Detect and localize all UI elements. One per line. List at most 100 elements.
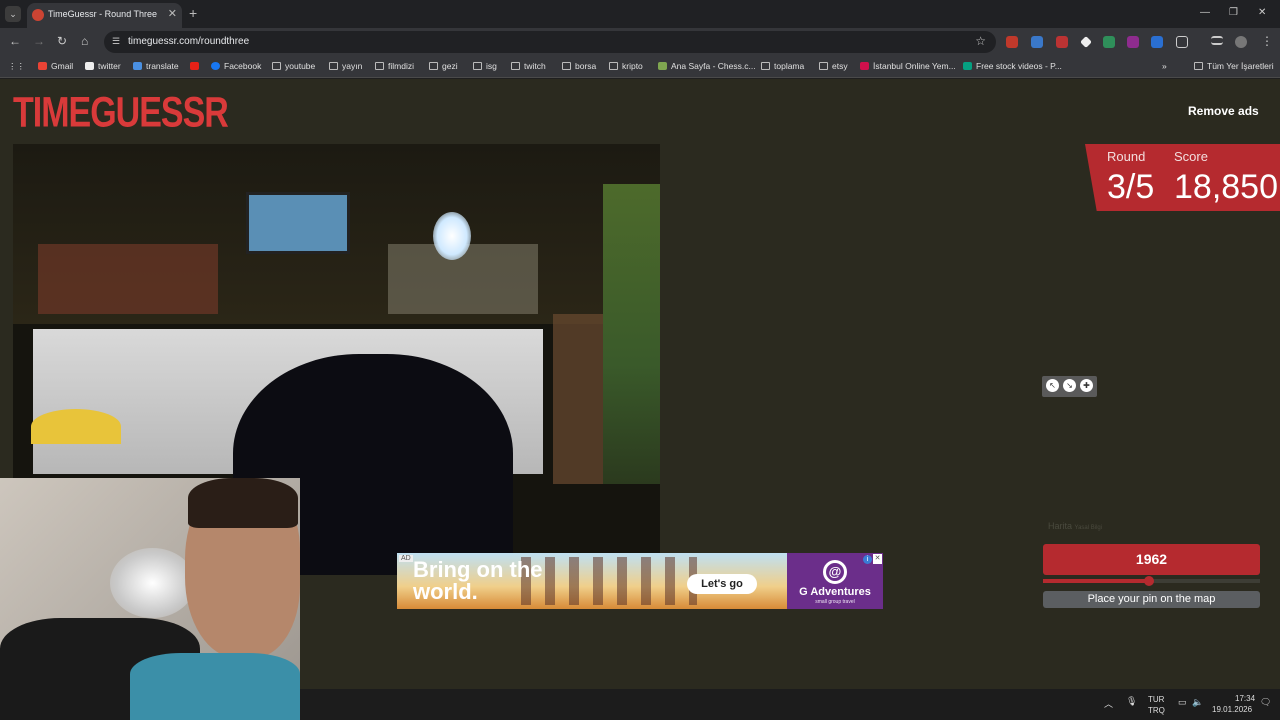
browser-toolbar: ← → ↻ ⌂ ☰ timeguessr.com/roundthree ☆ ⋮ bbox=[0, 28, 1280, 56]
bookmark-gmail[interactable]: Gmail bbox=[38, 61, 73, 71]
timeguessr-logo[interactable]: TIMEGUESSR bbox=[13, 89, 229, 138]
photo-tv-screen bbox=[246, 192, 350, 254]
folder-icon bbox=[761, 62, 770, 70]
map-attribution[interactable]: Harita Yasal Bilgi bbox=[1048, 521, 1102, 531]
bookmark-translate[interactable]: translate bbox=[133, 61, 179, 71]
reload-icon[interactable]: ↻ bbox=[57, 34, 67, 48]
youtube-icon bbox=[190, 62, 199, 70]
extension-game-icon[interactable] bbox=[1127, 36, 1139, 48]
bookmarks-bar: ⋮⋮ Gmail twitter translate Facebook yout… bbox=[0, 56, 1280, 78]
page-bottom-band bbox=[300, 618, 1280, 689]
facebook-icon bbox=[211, 62, 220, 70]
clock-date[interactable]: 19.01.2026 bbox=[1212, 705, 1252, 714]
x-icon bbox=[85, 62, 94, 70]
new-tab-button[interactable]: + bbox=[189, 5, 197, 21]
clock-time[interactable]: 17:34 bbox=[1235, 694, 1255, 703]
bookmark-folder-yayin[interactable]: yayın bbox=[329, 61, 362, 71]
photo-poster-right bbox=[603, 184, 660, 484]
year-slider-handle[interactable] bbox=[1144, 576, 1155, 586]
address-bar[interactable]: ☰ timeguessr.com/roundthree ☆ bbox=[104, 31, 996, 53]
extension-audio-icon[interactable] bbox=[1151, 36, 1163, 48]
bookmark-facebook[interactable]: Facebook bbox=[211, 61, 261, 71]
pexels-icon bbox=[963, 62, 972, 70]
ad-brand-name: G Adventures bbox=[799, 586, 871, 598]
folder-icon bbox=[473, 62, 482, 70]
restore-button[interactable]: ❐ bbox=[1229, 7, 1238, 18]
webcam-hair bbox=[188, 478, 298, 528]
profile-avatar[interactable] bbox=[1235, 36, 1247, 48]
media-control-icon[interactable] bbox=[1211, 36, 1223, 45]
bookmark-twitter[interactable]: twitter bbox=[85, 61, 121, 71]
volume-icon[interactable]: 🔈 bbox=[1192, 697, 1203, 708]
extension-glasses-icon[interactable] bbox=[1103, 36, 1115, 48]
site-info-icon[interactable]: ☰ bbox=[112, 36, 120, 47]
forward-icon[interactable]: → bbox=[33, 34, 45, 48]
folder-icon bbox=[272, 62, 281, 70]
photo-umbrella bbox=[31, 409, 121, 444]
map-pin-toggle-icon[interactable]: ✚ bbox=[1080, 379, 1093, 392]
bookmark-folder-twitch[interactable]: twitch bbox=[511, 61, 546, 71]
photo-poster-left bbox=[553, 314, 603, 484]
ad-banner[interactable]: AD Bring on the world. Let's go @ G Adve… bbox=[397, 553, 883, 609]
webcam-shirt bbox=[130, 653, 300, 720]
year-slider[interactable] bbox=[1043, 576, 1260, 586]
notifications-icon[interactable]: 🗨 bbox=[1260, 697, 1271, 708]
language-indicator[interactable]: TUR bbox=[1148, 695, 1164, 704]
tab-search-button[interactable]: ⌄ bbox=[5, 6, 21, 22]
windows-taskbar: ︿ 🎙 TUR TRQ ▭ 🔈 17:34 19.01.2026 🗨 bbox=[300, 689, 1280, 720]
minimize-button[interactable]: — bbox=[1200, 7, 1210, 18]
extension-diamond-icon[interactable] bbox=[1080, 36, 1092, 48]
bookmarks-overflow-icon[interactable]: » bbox=[1162, 61, 1167, 71]
timeguessr-favicon-icon bbox=[32, 9, 44, 21]
folder-icon bbox=[429, 62, 438, 70]
ad-label: AD bbox=[399, 555, 413, 562]
bookmark-youtube-video[interactable] bbox=[190, 61, 203, 71]
chess-pawn-icon bbox=[658, 62, 667, 70]
close-tab-icon[interactable]: ✕ bbox=[168, 7, 177, 20]
url-text[interactable]: timeguessr.com/roundthree bbox=[128, 36, 249, 47]
place-pin-button[interactable]: Place your pin on the map bbox=[1043, 591, 1260, 608]
tray-overflow-icon[interactable]: ︿ bbox=[1104, 697, 1113, 710]
extension-mail-icon[interactable] bbox=[1056, 36, 1068, 48]
extension-adblock-icon[interactable] bbox=[1006, 36, 1018, 48]
bookmark-folder-etsy[interactable]: etsy bbox=[819, 61, 848, 71]
bookmark-folder-kripto[interactable]: kripto bbox=[609, 61, 643, 71]
round-score-panel: Round 3/5 Score 18,850 bbox=[1085, 144, 1280, 211]
map-shrink-icon[interactable]: ↘ bbox=[1063, 379, 1076, 392]
bookmark-folder-gezi[interactable]: gezi bbox=[429, 61, 458, 71]
ad-cta-button[interactable]: Let's go bbox=[687, 574, 757, 594]
map-expand-icon[interactable]: ↖ bbox=[1046, 379, 1059, 392]
bookmark-folder-isg[interactable]: isg bbox=[473, 61, 497, 71]
bookmark-stock-videos[interactable]: Free stock videos - P... bbox=[963, 61, 1062, 71]
home-icon[interactable]: ⌂ bbox=[81, 34, 88, 48]
g-adventures-logo-icon: @ bbox=[823, 560, 847, 584]
bookmark-chess[interactable]: Ana Sayfa - Chess.c... bbox=[658, 61, 756, 71]
browser-menu-icon[interactable]: ⋮ bbox=[1261, 34, 1273, 48]
back-icon[interactable]: ← bbox=[9, 34, 21, 48]
network-icon[interactable]: ▭ bbox=[1178, 697, 1187, 708]
ad-info-icon[interactable]: i bbox=[863, 555, 872, 564]
ad-close-icon[interactable]: ✕ bbox=[873, 554, 882, 564]
bookmark-yemeksepeti[interactable]: İstanbul Online Yem... bbox=[860, 61, 956, 71]
apps-grid-icon[interactable]: ⋮⋮ bbox=[8, 61, 25, 72]
bookmark-folder-toplama[interactable]: toplama bbox=[761, 61, 804, 71]
all-bookmarks-folder[interactable]: Tüm Yer İşaretleri bbox=[1194, 61, 1274, 71]
keyboard-layout-indicator[interactable]: TRQ bbox=[1148, 706, 1165, 715]
microphone-icon[interactable]: 🎙 bbox=[1126, 696, 1137, 707]
folder-icon bbox=[562, 62, 571, 70]
extension-translate-icon[interactable] bbox=[1031, 36, 1043, 48]
bookmark-star-icon[interactable]: ☆ bbox=[975, 34, 986, 48]
folder-icon bbox=[511, 62, 520, 70]
bookmark-folder-borsa[interactable]: borsa bbox=[562, 61, 596, 71]
close-window-button[interactable]: ✕ bbox=[1258, 7, 1266, 18]
extensions-puzzle-icon[interactable] bbox=[1176, 36, 1188, 48]
active-tab[interactable]: TimeGuessr - Round Three ✕ bbox=[27, 3, 182, 28]
yemeksepeti-icon bbox=[860, 62, 869, 70]
round-value: 3/5 bbox=[1107, 168, 1155, 206]
remove-ads-button[interactable]: Remove ads bbox=[1188, 104, 1259, 118]
bookmark-folder-youtube[interactable]: youtube bbox=[272, 61, 315, 71]
ad-brand-tagline: small group travel bbox=[815, 599, 855, 605]
bookmark-folder-filmdizi[interactable]: filmdizi bbox=[375, 61, 414, 71]
folder-icon bbox=[819, 62, 828, 70]
score-value: 18,850 bbox=[1174, 168, 1278, 206]
